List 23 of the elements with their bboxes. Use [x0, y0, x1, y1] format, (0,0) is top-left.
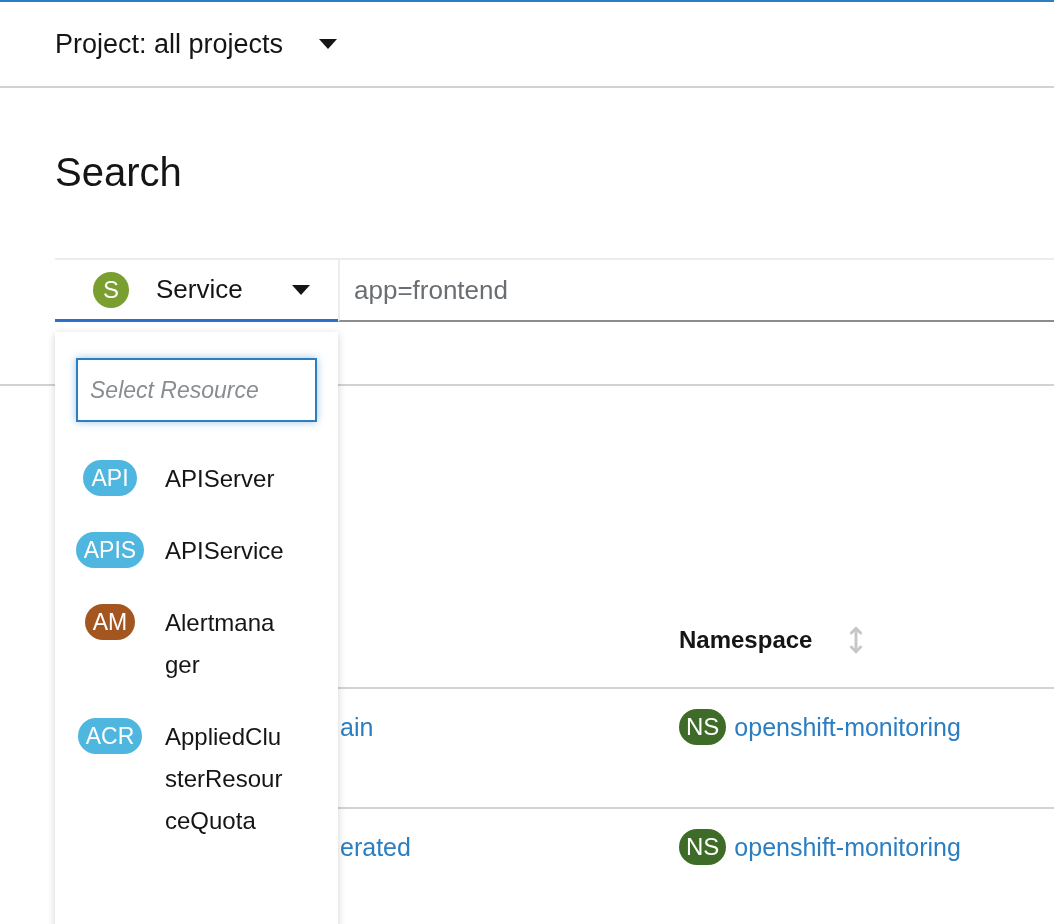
- resource-link[interactable]: erated: [340, 829, 411, 865]
- resource-badge: S: [93, 271, 129, 308]
- column-header[interactable]: Namespace: [679, 621, 813, 658]
- resource-badge: ACR: [77, 718, 143, 754]
- resource-badge: API: [83, 460, 137, 496]
- resource-dropdown[interactable]: S Service: [55, 258, 338, 322]
- resource-link[interactable]: ain: [340, 709, 374, 745]
- caret-icon: [292, 284, 310, 295]
- namespace-badge: NS: [679, 709, 727, 745]
- resource-search-field[interactable]: Select Resource: [76, 358, 317, 422]
- resource-badge: AM: [84, 604, 136, 640]
- label-query-field[interactable]: app=frontend: [338, 258, 1054, 322]
- namespace-badge: NS: [679, 829, 727, 865]
- namespace-link[interactable]: openshift-monitoring: [734, 829, 961, 865]
- page-title: Search: [55, 149, 183, 196]
- project-selector[interactable]: Project: all projects: [55, 23, 338, 65]
- resource-option[interactable]: API APIServer: [55, 458, 338, 500]
- namespace-link[interactable]: openshift-monitoring: [734, 709, 961, 745]
- resource-option[interactable]: APIS APIService: [55, 530, 338, 572]
- resource-badge: APIS: [75, 532, 145, 568]
- resource-option[interactable]: AM Alertmanager: [55, 602, 338, 686]
- resource-option[interactable]: ACR AppliedClusterResourceQuota: [55, 716, 338, 842]
- caret-icon: [319, 39, 338, 49]
